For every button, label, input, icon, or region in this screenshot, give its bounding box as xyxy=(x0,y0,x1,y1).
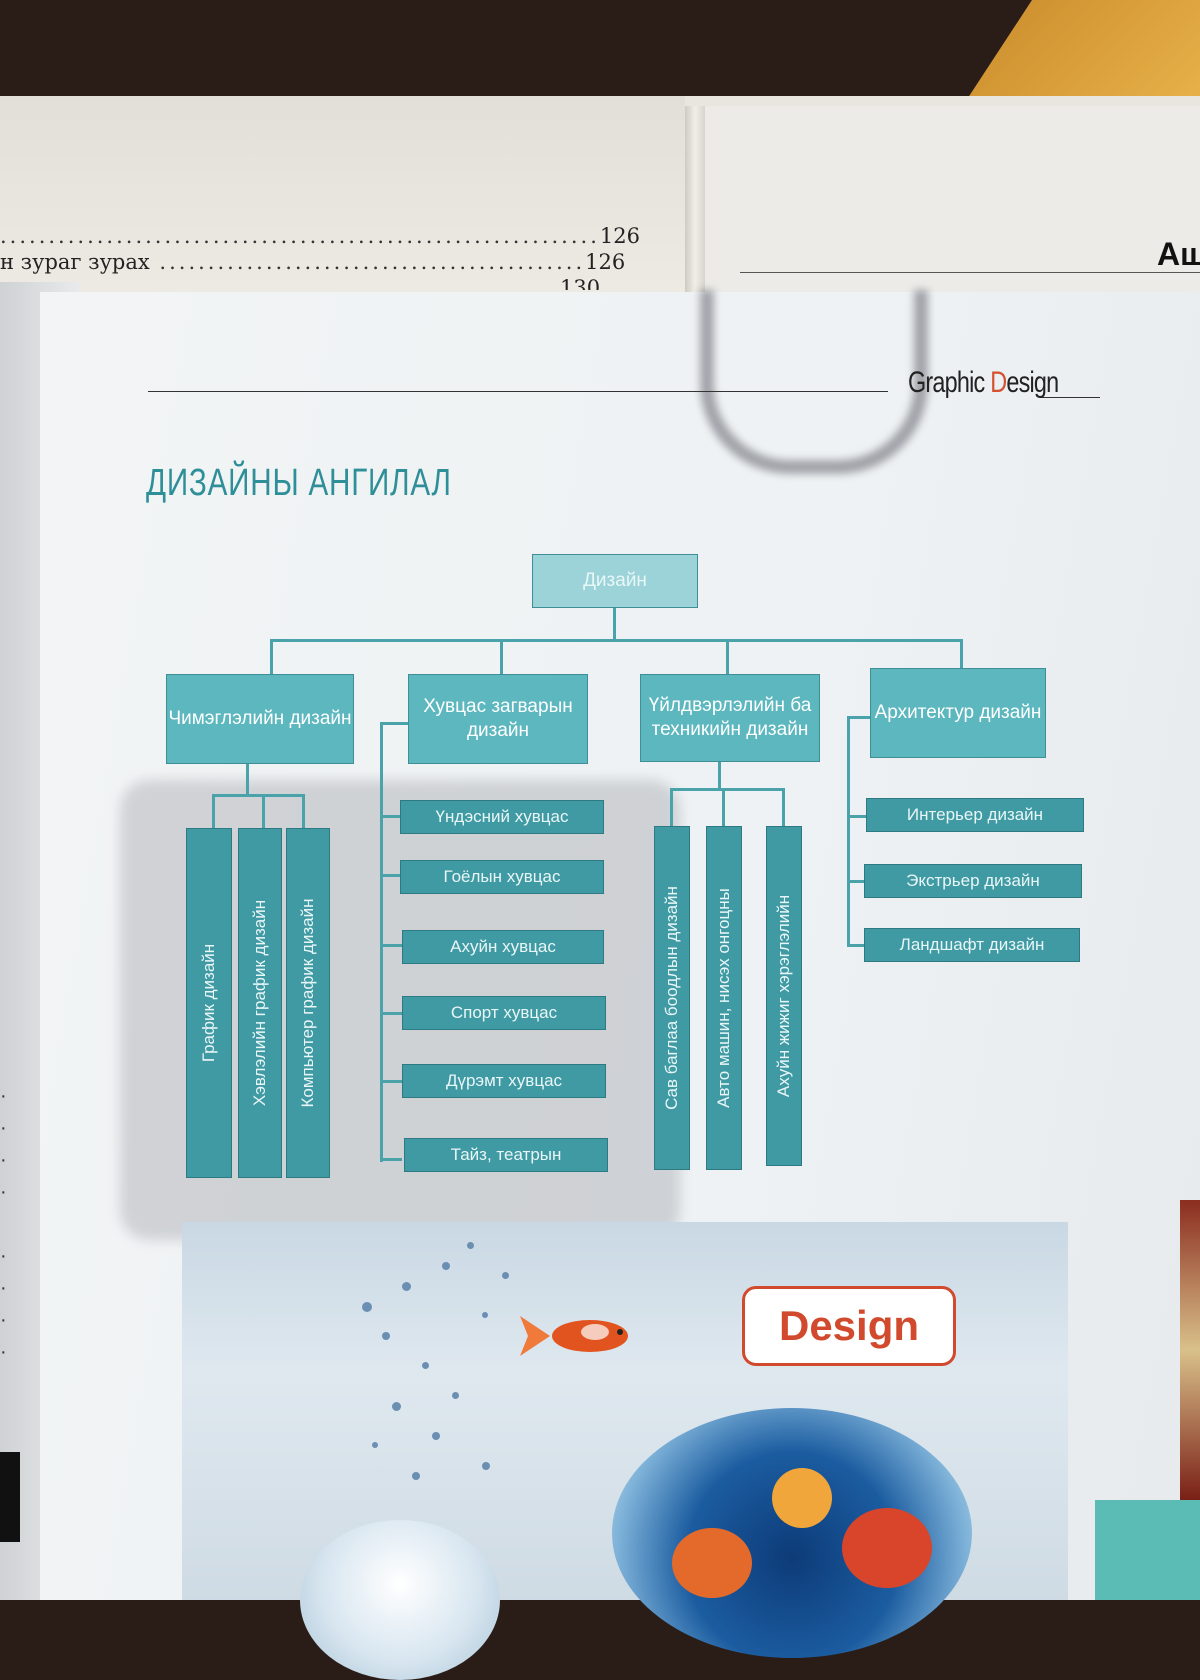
leaf-node: Ландшафт дизайн xyxy=(864,928,1080,962)
clip-shadow xyxy=(700,290,928,474)
coral xyxy=(672,1528,752,1598)
leaf-node: Ахуйн жижиг хэрэглэлийн xyxy=(766,826,802,1166)
water-drop xyxy=(452,1392,459,1399)
toc-page-number: 126 xyxy=(599,224,640,248)
connector xyxy=(212,794,304,797)
connector xyxy=(726,639,729,675)
connector xyxy=(380,1012,402,1015)
leaf-node: Тайз, театрын xyxy=(404,1138,608,1172)
leaf-label: Сав баглаа боодлын дизайн xyxy=(662,886,681,1110)
connector xyxy=(380,722,410,725)
water-drop xyxy=(502,1272,509,1279)
water-drop xyxy=(482,1312,488,1318)
brand-prefix: Graphic xyxy=(908,366,991,399)
category-box: Чимэглэлийн дизайн xyxy=(166,674,354,764)
water-drop xyxy=(432,1432,440,1440)
connector xyxy=(718,760,721,790)
toc-line-2: н зураг зурах ..........................… xyxy=(0,250,626,274)
connector xyxy=(960,639,963,669)
goldfish xyxy=(520,1316,628,1356)
leaf-node: Интерьер дизайн xyxy=(866,798,1084,832)
connector xyxy=(380,815,402,818)
left-dark-block xyxy=(0,1452,20,1542)
water-drop xyxy=(382,1332,390,1340)
water-drop xyxy=(467,1242,474,1249)
connector xyxy=(847,716,850,946)
connector xyxy=(670,788,673,826)
leaf-label: Компьютер график дизайн xyxy=(298,898,317,1108)
toc-line-3: 130 xyxy=(560,276,600,290)
leaf-node: Компьютер график дизайн xyxy=(286,828,330,1178)
connector xyxy=(670,788,784,791)
leaf-node: Үндэсний хувцас xyxy=(400,800,604,834)
leaf-node: Авто машин, нисэх онгоцны xyxy=(706,826,742,1170)
leaf-node: Спорт хувцас xyxy=(402,996,606,1030)
header-rule xyxy=(148,391,888,392)
diagram-root: Дизайн xyxy=(532,554,698,608)
glass-bowl-left xyxy=(300,1520,500,1680)
brand-logo: Graphic Design xyxy=(908,366,1059,400)
brand-suffix: esign xyxy=(1006,366,1059,399)
background-orange-object xyxy=(960,0,1200,110)
connector xyxy=(782,788,785,826)
leaf-node: Дүрэмт хувцас xyxy=(402,1064,606,1098)
water-drop xyxy=(372,1442,378,1448)
connector xyxy=(500,639,503,675)
background-carpet xyxy=(1180,1200,1200,1500)
brand-accent-letter: D xyxy=(990,366,1007,399)
connector xyxy=(270,639,273,675)
water-drop xyxy=(442,1262,450,1270)
connector xyxy=(380,1080,402,1083)
connector xyxy=(380,874,402,877)
toc-entry: н зураг зурах xyxy=(0,250,150,274)
toc-page-number: 130 xyxy=(560,276,601,290)
connector xyxy=(722,788,725,826)
leaf-label: Ахуйн жижиг хэрэглэлийн xyxy=(774,894,793,1098)
water-drop xyxy=(362,1302,372,1312)
toc-line-1: ........................................… xyxy=(0,224,640,248)
connector xyxy=(302,794,305,830)
connector xyxy=(847,716,872,719)
design-badge: Design xyxy=(742,1286,956,1366)
connector xyxy=(262,794,265,830)
water-drop xyxy=(412,1472,420,1480)
leaf-label: Хэвлэлийн график дизайн xyxy=(250,899,269,1107)
toc-page-number: 126 xyxy=(585,250,626,274)
right-teal-strip xyxy=(1095,1500,1200,1600)
connector xyxy=(613,606,616,642)
leaf-label: График дизайн xyxy=(199,943,218,1063)
connector xyxy=(380,944,402,947)
connector xyxy=(212,794,215,830)
connector xyxy=(270,639,962,642)
water-drop xyxy=(422,1362,429,1369)
leaf-node: Гоёлын хувцас xyxy=(400,860,604,894)
water-drop xyxy=(482,1462,490,1470)
leaf-node: Хэвлэлийн график дизайн xyxy=(238,828,282,1178)
left-page-fragment: · · · · · · · · xyxy=(0,1085,7,1363)
water-drop xyxy=(392,1402,401,1411)
coral xyxy=(842,1508,932,1588)
water-drop xyxy=(402,1282,411,1291)
section-title: ДИЗАЙНЫ АНГИЛАЛ xyxy=(146,462,452,504)
leaf-label: Авто машин, нисэх онгоцны xyxy=(714,888,733,1108)
connector xyxy=(380,722,383,1162)
coral xyxy=(772,1468,832,1528)
right-page-fragment: Аш xyxy=(1157,236,1200,272)
category-box: Үйлдвэрлэлийн ба техникийн дизайн xyxy=(640,674,820,762)
leaf-node: Ахуйн хувцас xyxy=(402,930,604,964)
right-page-rule xyxy=(740,272,1200,273)
design-badge-text: Design xyxy=(778,1302,920,1349)
aquarium-bowl xyxy=(612,1408,972,1658)
leaf-node: Сав баглаа боодлын дизайн xyxy=(654,826,690,1170)
leaf-node: Экстрьер дизайн xyxy=(864,864,1082,898)
category-box: Архитектур дизайн xyxy=(870,668,1046,758)
connector xyxy=(246,762,249,796)
connector xyxy=(380,1158,402,1161)
leaf-node: График дизайн xyxy=(186,828,232,1178)
category-box: Хувцас загварын дизайн xyxy=(408,674,588,764)
